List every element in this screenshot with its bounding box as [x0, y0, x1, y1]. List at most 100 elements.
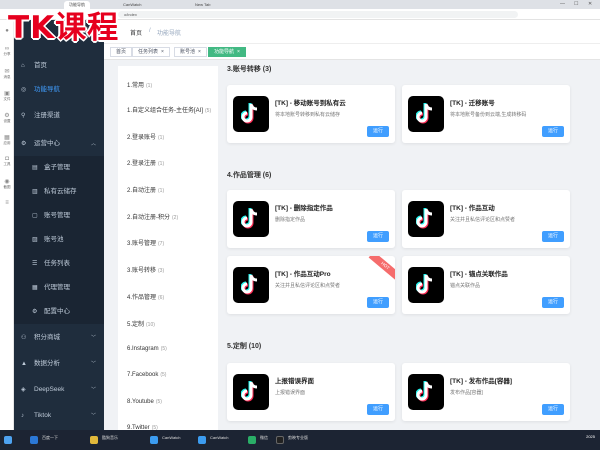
rail-apps[interactable]: ▦ 应用 [0, 134, 14, 146]
close-icon[interactable]: ✕ [588, 1, 592, 7]
taskbar-item[interactable]: CanWatch [162, 435, 181, 440]
sidebar-item-config-center[interactable]: ⚙ 配置中心 [14, 300, 104, 324]
sidebar-item-box-management[interactable]: ▤ 盒子管理 [14, 156, 104, 180]
category-item[interactable]: 2.自动注册-积分 (2) [127, 212, 178, 221]
sidebar-item-label: 代理管理 [44, 284, 70, 291]
close-icon[interactable]: × [237, 49, 240, 55]
taskbar-item[interactable]: 剪映专业版 [288, 435, 308, 441]
rail-share[interactable]: ∞ 分享 [0, 46, 14, 57]
wechat-app-icon[interactable] [248, 436, 256, 444]
category-item[interactable]: 3.账号转移 (3) [127, 265, 164, 274]
category-item[interactable]: 7.Facebook (5) [127, 372, 166, 378]
function-card[interactable]: 上报错误界面 上报错误界面 运行 [227, 363, 395, 421]
category-item[interactable]: 1.常用 (1) [127, 80, 152, 89]
run-button[interactable]: 运行 [367, 297, 389, 308]
sidebar-item-register-channel[interactable]: ⚲ 注册渠道 [14, 104, 104, 128]
rail-tools[interactable]: ◘ 工具 [0, 156, 14, 167]
sidebar-item-tiktok[interactable]: ♪ Tiktok ﹀ [14, 404, 104, 428]
close-icon[interactable]: × [161, 49, 164, 55]
sidebar: ⌂ 首页 ◎ 功能导航 ⚲ 注册渠道 ⚙ 运营中心 ︿ ▤ 盒子管理 ▥ 私有云储存 ▢ 账号管… [14, 20, 104, 430]
folder-icon: ▣ [4, 91, 10, 97]
browser-tab[interactable]: New Tab [190, 1, 216, 9]
run-button[interactable]: 运行 [367, 231, 389, 242]
function-card[interactable]: [TK] - 作品互动Pro 关注并且私信评论区和点赞者 运行 HOT [227, 256, 395, 314]
function-card[interactable]: [TK] - 发布作品[容器] 发布作品[容器] 运行 [402, 363, 570, 421]
tag-task-list[interactable]: 任务列表 × [132, 47, 170, 57]
run-button[interactable]: 运行 [367, 404, 389, 415]
category-label: 5.定制 [127, 322, 145, 328]
category-item[interactable]: 2.登录注册 (1) [127, 158, 164, 167]
sidebar-item-account-management[interactable]: ▢ 账号管理 [14, 204, 104, 228]
sidebar-item-home[interactable]: ⌂ 首页 [14, 54, 104, 78]
tiktok-icon: ♪ [21, 413, 24, 419]
maximize-icon[interactable]: ☐ [574, 1, 578, 7]
windows-start-icon[interactable] [4, 436, 12, 444]
sidebar-item-label: 注册渠道 [34, 112, 60, 119]
sidebar-item-label: DeepSeek [34, 386, 65, 393]
sidebar-item-private-cloud[interactable]: ▥ 私有云储存 [14, 180, 104, 204]
function-card[interactable]: [TK] - 删除指定作品 删除指定作品 运行 [227, 190, 395, 248]
sidebar-item-navigation[interactable]: ◎ 功能导航 [14, 78, 104, 102]
extension-rail: ● ∞ 分享 ✉ 消息 ▣ 文件 ⚙ 设置 ▦ 应用 ◘ 工具 ◉ 截图 ≡ [0, 20, 14, 430]
taskbar-item[interactable]: 酷狗音乐 [102, 435, 118, 441]
run-button[interactable]: 运行 [542, 297, 564, 308]
page-header: ☰ 首页 / 功能导航 [104, 20, 600, 44]
minimize-icon[interactable]: — [560, 1, 565, 7]
category-item[interactable]: 6.Instagram (5) [127, 346, 167, 352]
capcut-app-icon[interactable] [276, 436, 284, 444]
category-item[interactable]: 3.账号管理 (7) [127, 238, 164, 247]
section-title: 3.账号转移 (3) [227, 66, 272, 73]
card-title: [TK] - 作品互动Pro [275, 271, 331, 278]
sidebar-item-task-list[interactable]: ☰ 任务列表 [14, 252, 104, 276]
category-item[interactable]: 5.定制 (10) [127, 319, 155, 328]
category-item[interactable]: 4.作品管理 (6) [127, 292, 164, 301]
category-item[interactable]: 1.自定义组合任务-主任务[AI] (5) [127, 105, 211, 114]
card-title: 上报错误界面 [275, 378, 314, 385]
browser-app-icon[interactable] [30, 436, 38, 444]
run-button[interactable]: 运行 [542, 126, 564, 137]
sidebar-item-points-mall[interactable]: ⚇ 积分商城 ﹀ [14, 326, 104, 350]
tag-home[interactable]: 首页 [110, 47, 133, 57]
category-label: 6.Instagram [127, 346, 159, 352]
function-card[interactable]: [TK] - 锚点关联作品 锚点关联作品 运行 [402, 256, 570, 314]
close-icon[interactable]: × [198, 49, 201, 55]
tag-navigation[interactable]: 功能导航 × [208, 47, 246, 57]
sidebar-item-proxy-management[interactable]: ▦ 代理管理 [14, 276, 104, 300]
taskbar-item[interactable]: CanWatch [210, 435, 229, 440]
sidebar-item-account-pool[interactable]: ▨ 账号池 [14, 228, 104, 252]
taskbar-item[interactable]: 百度一下 [42, 435, 58, 441]
rail-settings[interactable]: ⚙ 设置 [0, 112, 14, 124]
browser-tab[interactable]: CanWatch [118, 1, 147, 9]
canwatch-app-icon[interactable] [150, 436, 158, 444]
home-icon: ⌂ [21, 63, 25, 69]
run-button[interactable]: 运行 [542, 404, 564, 415]
sidebar-item-label: 积分商城 [34, 334, 60, 341]
category-item[interactable]: 2.登录账号 (1) [127, 132, 164, 141]
run-button[interactable]: 运行 [367, 126, 389, 137]
rail-capture[interactable]: ◉ 截图 [0, 178, 14, 190]
category-item[interactable]: 8.Youtube (5) [127, 399, 162, 405]
run-button[interactable]: 运行 [542, 231, 564, 242]
music-app-icon[interactable] [90, 436, 98, 444]
category-count: (5) [160, 372, 167, 378]
function-card[interactable]: [TK] - 迁移账号 将本地账号备份到云端,生成转移码 运行 [402, 85, 570, 143]
canwatch-app-icon[interactable] [198, 436, 206, 444]
breadcrumb-home[interactable]: 首页 [130, 28, 142, 37]
rail-message[interactable]: ✉ 消息 [0, 68, 14, 80]
taskbar-item[interactable]: 微信 [260, 435, 268, 441]
function-card[interactable]: [TK] - 移动账号到私有云 将本地账号转移到私有云储存 运行 [227, 85, 395, 143]
address-bar[interactable]: o/index [118, 11, 518, 18]
category-item[interactable]: 2.自动注册 (1) [127, 185, 164, 194]
category-label: 1.常用 [127, 83, 145, 89]
sidebar-item-operations[interactable]: ⚙ 运营中心 ︿ [14, 132, 104, 156]
category-count: (6) [158, 295, 165, 301]
card-description: 锚点关联作品 [450, 283, 481, 289]
rail-file[interactable]: ▣ 文件 [0, 90, 14, 102]
sidebar-item-data-analysis[interactable]: ▲ 数据分析 ﹀ [14, 352, 104, 376]
rail-list[interactable]: ≡ [0, 200, 14, 206]
category-label: 7.Facebook [127, 372, 159, 378]
tag-account-pool[interactable]: 账号池 × [174, 47, 207, 57]
function-card[interactable]: [TK] - 作品互动 关注并且私信评论区和点赞者 运行 [402, 190, 570, 248]
rail-label: 应用 [3, 141, 11, 145]
sidebar-item-deepseek[interactable]: ◈ DeepSeek ﹀ [14, 378, 104, 402]
